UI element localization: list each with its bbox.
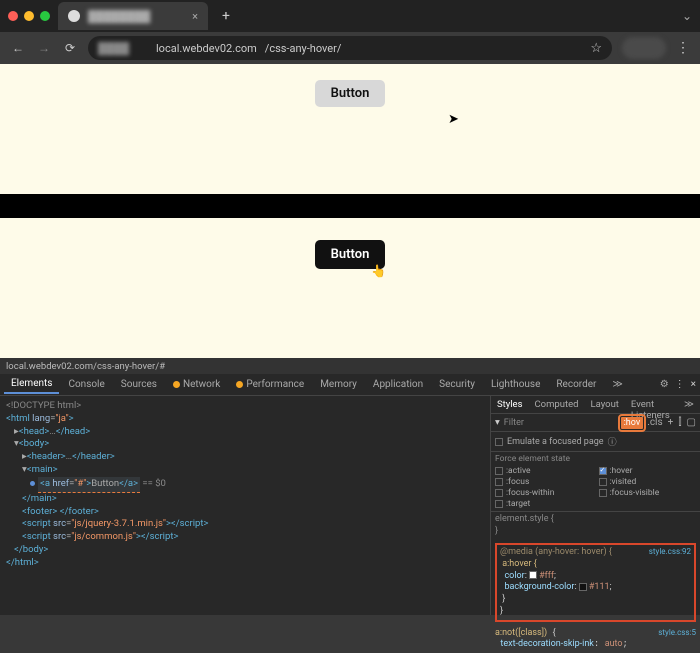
styles-tab-computed[interactable]: Computed <box>529 396 585 413</box>
forward-button[interactable]: → <box>36 40 52 56</box>
dom-line[interactable]: ▾<body> <box>6 438 484 451</box>
styles-tab-more[interactable]: ≫ <box>678 396 700 413</box>
state-focus[interactable]: :focus <box>495 477 593 487</box>
tab-performance[interactable]: Performance <box>229 376 311 393</box>
dom-line[interactable]: ▸<header>…</header> <box>6 451 484 464</box>
filter-input[interactable]: Filter <box>504 418 617 428</box>
chevron-down-icon[interactable]: ⌄ <box>682 9 692 23</box>
filter-icon[interactable]: ▾ <box>495 417 500 428</box>
source-link[interactable]: style.css:92 <box>649 547 691 557</box>
styles-filter-row: ▾ Filter :hov .cls + ⫿ ▢ <box>491 414 700 432</box>
help-icon[interactable]: ⓘ <box>608 435 617 448</box>
max-dot[interactable] <box>40 11 50 21</box>
page-viewport-2: Button 👆 <box>0 218 700 358</box>
tab-title: ████████ <box>88 10 150 23</box>
styles-tab-styles[interactable]: Styles <box>491 396 529 413</box>
dom-line: </body> <box>6 544 484 557</box>
demo-button-light[interactable]: Button <box>315 80 386 107</box>
cls-toggle[interactable]: .cls <box>647 417 662 428</box>
url-host: local.webdev02.com <box>156 42 257 55</box>
new-rule-button[interactable]: + <box>668 417 674 428</box>
hov-toggle[interactable]: :hov <box>621 417 644 429</box>
tab-elements[interactable]: Elements <box>4 375 59 394</box>
page-viewport-1: Button ➤ <box>0 64 700 194</box>
bookmark-icon[interactable]: ☆ <box>590 41 602 56</box>
tab-recorder[interactable]: Recorder <box>549 376 603 393</box>
dom-line: </main> <box>6 493 484 506</box>
force-state-section: Force element state :active :hover :focu… <box>491 452 700 512</box>
devtools-url: local.webdev02.com/css-any-hover/# <box>0 358 700 374</box>
dom-line: <footer> </footer> <box>6 506 484 519</box>
state-active[interactable]: :active <box>495 466 593 476</box>
gear-icon[interactable]: ⚙ <box>660 379 669 390</box>
tab-bar: ████████ × + ⌄ <box>0 0 700 32</box>
styles-panel: Styles Computed Layout Event Listeners ≫… <box>490 396 700 615</box>
state-target[interactable]: :target <box>495 499 593 509</box>
min-dot[interactable] <box>24 11 34 21</box>
tab-lighthouse[interactable]: Lighthouse <box>484 376 547 393</box>
devtools-tabs: Elements Console Sources Network Perform… <box>0 374 700 396</box>
dom-line: </html> <box>6 557 484 570</box>
devtools-more[interactable]: ≫ <box>605 376 629 393</box>
url-input[interactable]: ████ local.webdev02.com/css-any-hover/ ☆ <box>88 36 612 60</box>
dom-line-selected[interactable]: <a href="#">Button</a> == $0 <box>6 477 484 493</box>
favicon-icon <box>68 10 80 22</box>
dom-line[interactable]: ▸<head>…</head> <box>6 426 484 439</box>
rule-element-style[interactable]: element.style { } <box>491 512 700 539</box>
pin-icon[interactable]: ⫿ <box>678 417 681 428</box>
force-state-title: Force element state <box>495 454 696 464</box>
window-controls <box>8 11 50 21</box>
state-hover[interactable]: :hover <box>599 466 697 476</box>
url-prefix: ████ <box>98 42 148 55</box>
state-focus-within[interactable]: :focus-within <box>495 488 593 498</box>
tab-sources[interactable]: Sources <box>114 376 164 393</box>
back-button[interactable]: ← <box>10 40 26 56</box>
address-bar: ← → ⟳ ████ local.webdev02.com/css-any-ho… <box>0 32 700 64</box>
profile-button[interactable] <box>622 37 666 59</box>
warn-icon <box>236 381 243 388</box>
dom-line: <html lang="ja"> <box>6 413 484 426</box>
browser-tab[interactable]: ████████ × <box>58 2 208 30</box>
dom-line: <script src="js/common.js"></script> <box>6 531 484 544</box>
devtools: local.webdev02.com/css-any-hover/# Eleme… <box>0 358 700 615</box>
cursor-arrow-icon: ➤ <box>448 112 459 127</box>
dom-line: <!DOCTYPE html> <box>6 400 484 413</box>
reload-button[interactable]: ⟳ <box>62 40 78 56</box>
tab-memory[interactable]: Memory <box>313 376 364 393</box>
tab-security[interactable]: Security <box>432 376 482 393</box>
page-divider <box>0 194 700 218</box>
warn-icon <box>173 381 180 388</box>
dom-line[interactable]: ▾<main> <box>6 464 484 477</box>
new-tab-button[interactable]: + <box>216 8 236 24</box>
box-icon[interactable]: ▢ <box>687 417 696 428</box>
cursor-pointer-icon: 👆 <box>371 264 386 278</box>
tab-network[interactable]: Network <box>166 376 227 393</box>
devtools-menu-icon[interactable]: ⋮ <box>675 379 685 390</box>
source-link[interactable]: style.css:5 <box>658 628 696 638</box>
styles-tab-events[interactable]: Event Listeners <box>625 396 678 413</box>
rule-hover[interactable]: style.css:92 @media (any-hover: hover) {… <box>491 539 700 625</box>
tab-close-icon[interactable]: × <box>192 10 198 23</box>
dom-line: <script src="js/jquery-3.7.1.min.js"></s… <box>6 518 484 531</box>
state-visited[interactable]: :visited <box>599 477 697 487</box>
tab-application[interactable]: Application <box>366 376 430 393</box>
url-path: /css-any-hover/ <box>265 42 342 55</box>
close-dot[interactable] <box>8 11 18 21</box>
checkbox[interactable] <box>495 438 503 446</box>
devtools-close-icon[interactable]: × <box>691 379 696 390</box>
elements-panel[interactable]: <!DOCTYPE html> <html lang="ja"> ▸<head>… <box>0 396 490 615</box>
tab-console[interactable]: Console <box>61 376 111 393</box>
browser-menu-icon[interactable]: ⋮ <box>676 40 690 56</box>
state-focus-visible[interactable]: :focus-visible <box>599 488 697 498</box>
styles-tabs: Styles Computed Layout Event Listeners ≫ <box>491 396 700 414</box>
styles-tab-layout[interactable]: Layout <box>585 396 625 413</box>
rule-not-class[interactable]: style.css:5 a:not([class]) { text-decora… <box>491 626 700 653</box>
emulate-focus-row[interactable]: Emulate a focused page ⓘ <box>491 432 700 452</box>
